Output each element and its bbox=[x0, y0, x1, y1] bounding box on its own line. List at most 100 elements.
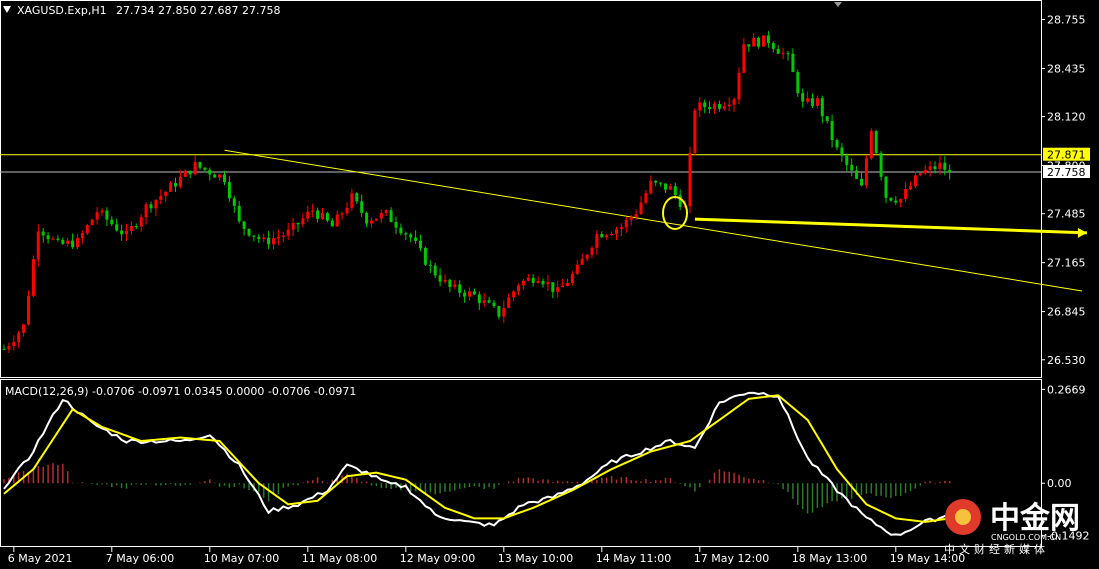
candle-body bbox=[394, 222, 398, 228]
candle-body bbox=[605, 235, 609, 238]
candle-body bbox=[267, 237, 271, 245]
candle-body bbox=[428, 264, 432, 266]
candle-body bbox=[105, 210, 109, 220]
time-tick-label: 6 May 2021 bbox=[8, 552, 73, 565]
time-tick-label: 13 May 10:00 bbox=[498, 552, 573, 565]
candle-body bbox=[281, 235, 285, 237]
candle-body bbox=[541, 280, 545, 285]
price-tick-label: 28.120 bbox=[1047, 111, 1086, 124]
candle-body bbox=[629, 216, 633, 220]
candle-body bbox=[159, 195, 163, 200]
candle-body bbox=[835, 140, 839, 148]
candle-body bbox=[717, 104, 721, 109]
level-price-label: 27.871 bbox=[1047, 149, 1086, 162]
candle-body bbox=[737, 72, 741, 100]
price-tick-label: 26.845 bbox=[1047, 306, 1086, 319]
candle-body bbox=[80, 233, 84, 238]
candle-body bbox=[71, 240, 75, 248]
candle-body bbox=[918, 173, 922, 176]
candle-body bbox=[546, 282, 550, 285]
candle-body bbox=[134, 225, 138, 227]
candle-body bbox=[771, 43, 775, 49]
candle-body bbox=[615, 229, 618, 234]
candle-body bbox=[17, 332, 21, 343]
candle-body bbox=[688, 152, 692, 207]
candle-body bbox=[830, 120, 834, 141]
candle-body bbox=[296, 223, 300, 225]
candle-body bbox=[203, 167, 207, 170]
candle-body bbox=[938, 162, 942, 170]
macd-tick-label: 0.00 bbox=[1047, 477, 1072, 490]
candle-body bbox=[125, 230, 128, 235]
candle-body bbox=[46, 235, 50, 240]
candle-body bbox=[321, 213, 324, 219]
candle-body bbox=[85, 225, 89, 234]
candle-body bbox=[51, 238, 55, 240]
candle-body bbox=[66, 240, 70, 244]
candle-body bbox=[100, 210, 104, 213]
candle-body bbox=[95, 212, 99, 220]
candle-body bbox=[786, 53, 790, 55]
time-tick-label: 14 May 11:00 bbox=[596, 552, 671, 565]
candle-body bbox=[610, 233, 614, 236]
candle-body bbox=[884, 176, 888, 198]
candle-body bbox=[811, 98, 814, 106]
candle-body bbox=[869, 131, 873, 159]
candle-body bbox=[12, 342, 16, 347]
watermark-logo-core bbox=[955, 509, 971, 525]
candle-body bbox=[889, 197, 893, 201]
candle-body bbox=[600, 234, 604, 238]
candle-body bbox=[879, 153, 883, 177]
candle-body bbox=[183, 170, 187, 177]
candle-body bbox=[463, 292, 467, 297]
candle-body bbox=[776, 48, 780, 54]
candle-body bbox=[276, 236, 280, 239]
candle-body bbox=[198, 162, 202, 168]
candle-body bbox=[379, 213, 383, 219]
candle-body bbox=[781, 53, 785, 55]
candle-body bbox=[517, 285, 520, 292]
candle-body bbox=[928, 166, 932, 170]
candle-body bbox=[232, 198, 236, 206]
candle-body bbox=[218, 174, 222, 178]
candle-body bbox=[154, 199, 158, 209]
candle-body bbox=[472, 291, 476, 295]
candle-body bbox=[252, 235, 256, 237]
candle-body bbox=[389, 210, 393, 223]
candle-body bbox=[36, 231, 40, 260]
candle-body bbox=[477, 294, 481, 304]
candle-body bbox=[806, 98, 810, 102]
candle-body bbox=[556, 287, 560, 292]
time-tick-label: 11 May 08:00 bbox=[302, 552, 377, 565]
candle-body bbox=[144, 204, 148, 218]
candle-body bbox=[668, 186, 672, 190]
candle-body bbox=[791, 53, 795, 73]
watermark-name: 中金网 bbox=[990, 501, 1080, 536]
candle-body bbox=[76, 237, 79, 248]
candle-body bbox=[536, 280, 540, 283]
candle-body bbox=[223, 174, 226, 182]
candle-body bbox=[507, 297, 511, 308]
candle-body bbox=[634, 214, 638, 217]
time-tick-label: 7 May 06:00 bbox=[106, 552, 174, 565]
candle-body bbox=[56, 238, 60, 240]
watermark-slogan: 中文财经新媒体 bbox=[944, 542, 1049, 556]
candle-body bbox=[521, 280, 525, 286]
candle-body bbox=[531, 277, 535, 283]
price-tick-label: 28.755 bbox=[1047, 14, 1086, 27]
candle-body bbox=[551, 282, 555, 292]
candle-body bbox=[193, 162, 197, 175]
candle-body bbox=[923, 169, 927, 174]
candle-body bbox=[762, 35, 765, 47]
candle-body bbox=[247, 228, 251, 236]
candle-body bbox=[482, 300, 486, 304]
candle-body bbox=[899, 199, 903, 203]
candle-body bbox=[438, 275, 442, 282]
candle-body bbox=[904, 189, 908, 200]
candle-body bbox=[840, 147, 844, 156]
candle-body bbox=[727, 104, 731, 107]
candle-body bbox=[345, 207, 349, 214]
price-tick-label: 27.485 bbox=[1047, 208, 1086, 221]
candle-body bbox=[2, 349, 6, 351]
candle-body bbox=[286, 229, 290, 236]
